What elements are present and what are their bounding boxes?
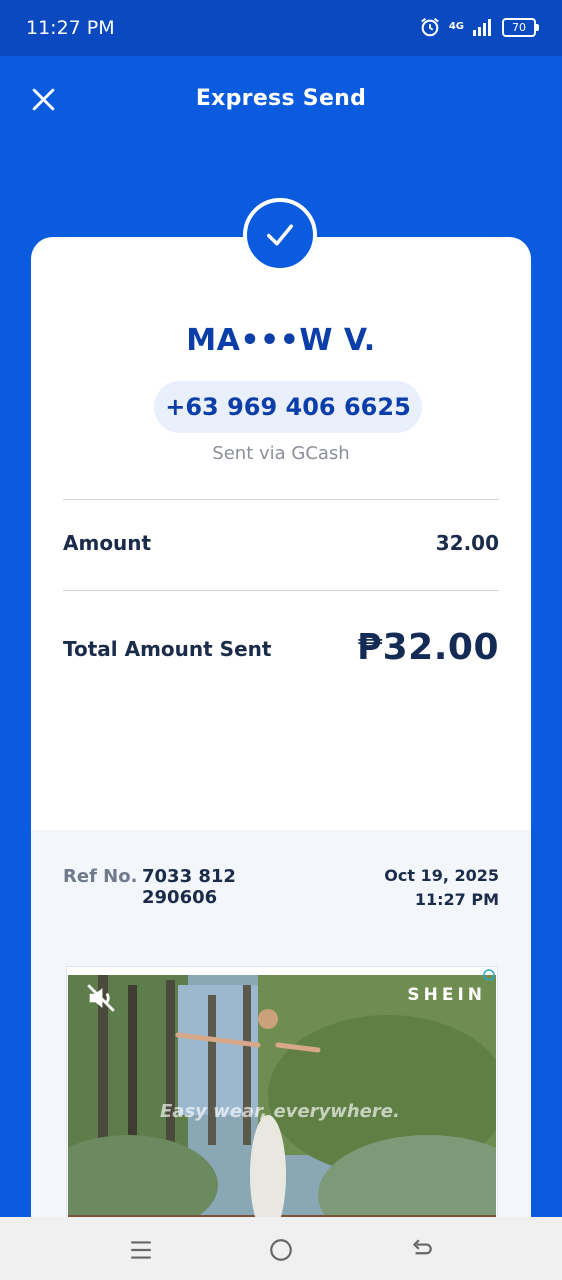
total-amount-value: ₱32.00 [357,627,499,668]
page-title: Express Send [195,86,367,111]
ad-caption: Easy wear, everywhere. [160,1101,400,1122]
sent-via-label: Sent via GCash [212,443,350,464]
check-icon [267,224,293,246]
divider [63,590,499,591]
success-badge [243,198,317,272]
recipient-name: MA•••W V. [186,323,376,358]
ad-video[interactable]: SHEIN Easy wear, everywhere. [68,975,496,1237]
receipt-card: MA•••W V. +63 969 406 6625 Sent via GCas… [31,237,531,1237]
status-bar: 11:27 PM 4G 70 [0,0,562,56]
transaction-date: Oct 19, 2025 11:27 PM [384,866,499,909]
system-nav-bar [0,1217,562,1280]
network-label: 4G [448,21,464,32]
alarm-icon [420,17,439,37]
total-amount-label: Total Amount Sent [63,637,272,661]
divider [63,499,499,500]
amount-value: 32.00 [435,531,499,555]
header: Express Send [0,56,562,146]
ad-brand: SHEIN [407,985,486,1005]
amount-label: Amount [63,531,152,555]
back-icon[interactable] [408,1237,434,1263]
home-icon[interactable] [268,1237,294,1263]
recipient-phone: +63 969 406 6625 [154,381,422,433]
ref-number: 7033 812 290606 [142,866,236,908]
battery-icon: 70 [502,17,539,37]
adchoices-icon[interactable] [483,969,495,981]
ref-label: Ref No. [63,866,138,887]
status-time: 11:27 PM [26,17,115,39]
status-icons: 4G 70 [419,16,539,38]
signal-icon [473,19,491,36]
ad-banner[interactable]: SHEIN Easy wear, everywhere. [66,966,498,1237]
mute-icon[interactable] [84,981,118,1015]
reference-section: Ref No. 7033 812 290606 Oct 19, 2025 11:… [31,830,531,1237]
menu-icon[interactable] [128,1237,154,1263]
